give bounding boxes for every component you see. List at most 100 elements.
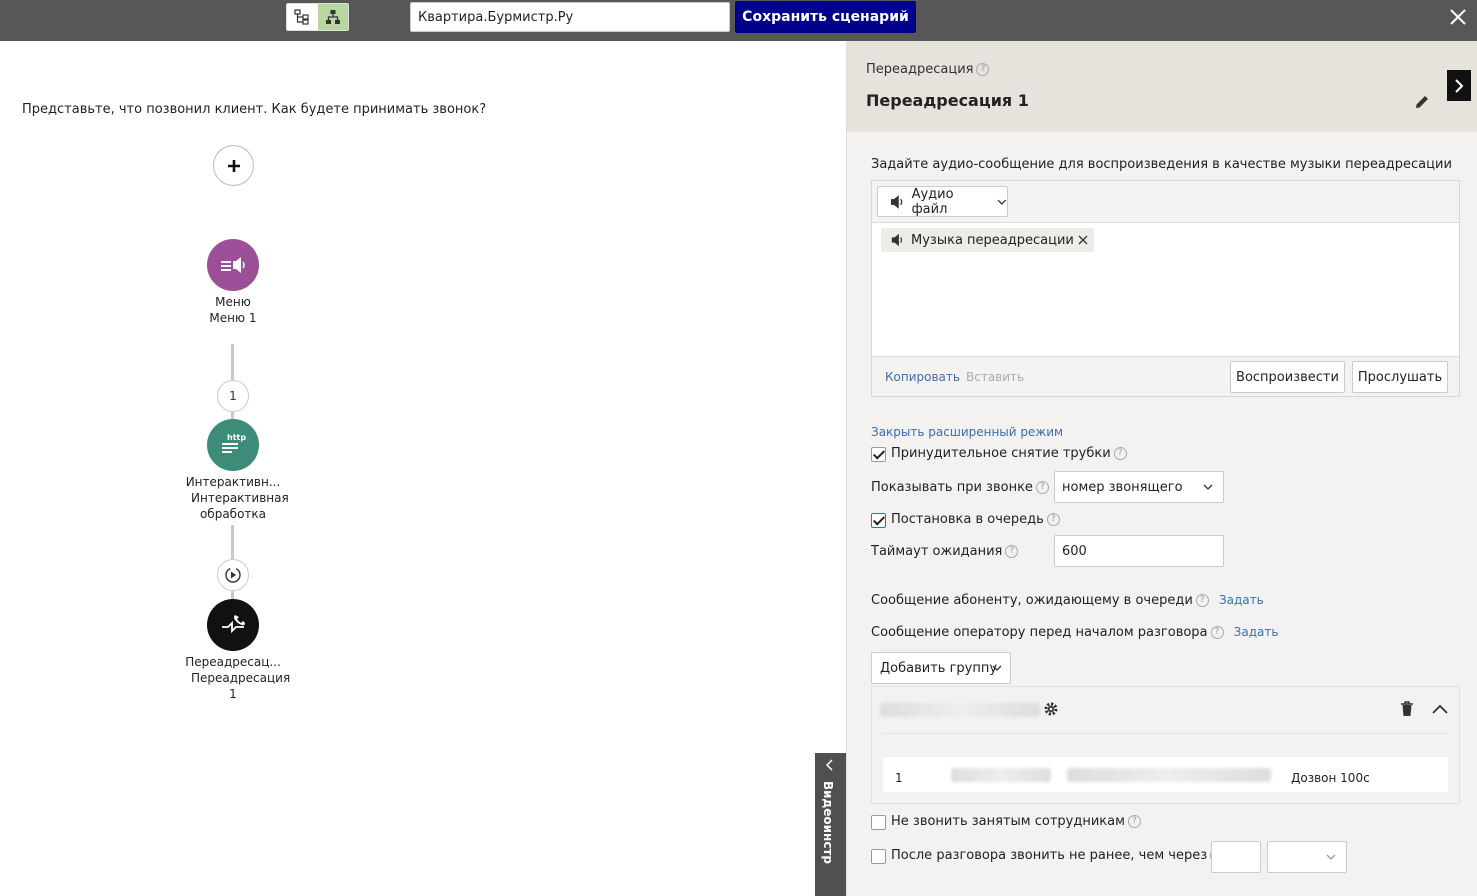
employee-group: 1 Дозвон 100с	[871, 686, 1460, 804]
scenario-canvas: Представьте, что позвонил клиент. Как бу…	[0, 41, 846, 896]
flow-tree-icon	[325, 10, 340, 24]
connector-line	[231, 412, 234, 419]
queue-checkbox[interactable]	[871, 513, 886, 528]
connector-line	[231, 344, 234, 380]
force-pickup-label: Принудительное снятие трубки?	[891, 446, 1127, 461]
operator-message-set-link[interactable]: Задать	[1234, 625, 1279, 639]
audio-type-value: Аудио файл	[911, 186, 954, 217]
video-instructions-label: Видеоинстр	[821, 781, 835, 864]
member-index: 1	[895, 771, 903, 785]
help-icon[interactable]: ?	[976, 63, 990, 76]
list-tree-icon	[294, 9, 309, 25]
play-button[interactable]: Воспроизвести	[1230, 361, 1345, 393]
chevron-down-icon	[1203, 484, 1213, 490]
http-node-type: Интерактивн...	[185, 475, 281, 489]
gear-icon[interactable]	[1043, 701, 1059, 717]
after-call-unit-select[interactable]	[1267, 841, 1347, 873]
listen-button[interactable]: Прослушать	[1352, 361, 1448, 393]
menu-node[interactable]	[207, 239, 259, 291]
no-busy-checkbox[interactable]	[871, 815, 886, 830]
transition-step[interactable]	[217, 559, 249, 591]
block-title: Переадресация 1	[866, 91, 1029, 110]
menu-node-type: Меню	[215, 295, 251, 309]
redirect-node[interactable]	[207, 599, 259, 651]
chevron-down-icon	[1326, 854, 1336, 860]
svg-text:http: http	[227, 433, 246, 442]
flow-tree-view-button[interactable]	[317, 4, 348, 30]
show-on-call-label: Показывать при звонке?	[871, 480, 1049, 495]
show-on-call-text: Показывать при звонке	[871, 480, 1033, 495]
help-icon[interactable]: ?	[1113, 447, 1127, 460]
wait-timeout-text: Таймаут ожидания	[871, 544, 1003, 559]
branch-1-step[interactable]: 1	[217, 380, 249, 412]
redirect-node-type: Переадресац...	[185, 655, 281, 669]
wait-timeout-input[interactable]	[1054, 535, 1224, 567]
add-group-dropdown[interactable]: Добавить группу	[871, 652, 1011, 684]
show-on-call-select[interactable]: номер звонящего	[1054, 471, 1224, 503]
chevron-down-icon	[997, 199, 1007, 205]
add-node-button[interactable]	[213, 145, 254, 186]
wait-timeout-label: Таймаут ожидания?	[871, 544, 1019, 559]
save-scenario-button[interactable]: Сохранить сценарий	[735, 1, 916, 33]
speaker-icon	[890, 194, 903, 209]
audio-file-chip[interactable]: Музыка переадресации	[881, 228, 1094, 252]
list-tree-view-button[interactable]	[287, 4, 318, 30]
force-pickup-text: Принудительное снятие трубки	[891, 446, 1111, 461]
member-number-redacted	[1067, 768, 1271, 782]
force-pickup-checkbox[interactable]	[871, 447, 886, 462]
show-on-call-value: номер звонящего	[1062, 479, 1183, 495]
view-toggle	[286, 3, 349, 31]
collapse-panel-button[interactable]	[1447, 70, 1471, 101]
http-icon: http	[222, 433, 246, 453]
help-icon[interactable]: ?	[1005, 545, 1019, 558]
chevron-down-icon	[992, 665, 1002, 671]
operator-message-label: Сообщение оператору перед началом разгов…	[871, 625, 1278, 640]
scenario-name-input[interactable]	[410, 2, 730, 32]
audio-footer: Копировать Вставить Воспроизвести Прослу…	[872, 356, 1459, 396]
connector-line	[231, 591, 234, 599]
audio-message-editor: Аудио файл Музыка переадресации Копирова…	[871, 180, 1460, 397]
add-group-text: Добавить группу	[880, 660, 998, 676]
plus-icon	[227, 159, 240, 172]
no-busy-label: Не звонить занятым сотрудникам?	[891, 814, 1141, 829]
divider	[883, 733, 1448, 734]
audio-message-label: Задайте аудио-сообщение для воспроизведе…	[871, 157, 1452, 172]
block-type-label: Переадресация?	[866, 62, 990, 77]
close-advanced-link[interactable]: Закрыть расширенный режим	[871, 425, 1063, 439]
play-circle-icon	[225, 567, 241, 583]
after-call-delay-input[interactable]	[1211, 841, 1261, 873]
redirect-phone-icon	[222, 615, 245, 634]
help-icon[interactable]: ?	[1127, 815, 1141, 828]
group-member-row[interactable]: 1 Дозвон 100с	[883, 756, 1448, 792]
speaker-icon	[891, 233, 903, 247]
copy-link[interactable]: Копировать	[885, 370, 960, 384]
audio-type-dropdown[interactable]: Аудио файл	[877, 186, 1008, 217]
group-name-redacted	[880, 703, 1040, 717]
after-call-label: После разговора звонить не ранее, чем че…	[891, 848, 1224, 863]
member-dial-time: Дозвон 100с	[1291, 771, 1370, 785]
queue-message-set-link[interactable]: Задать	[1219, 593, 1264, 607]
redirect-node-label: Переадресац... Переадресация 1	[173, 654, 293, 702]
http-node[interactable]: http	[207, 419, 259, 471]
help-icon[interactable]: ?	[1210, 626, 1224, 639]
properties-panel: Переадресация? Переадресация 1 Задайте а…	[846, 41, 1477, 896]
queue-label: Постановка в очередь?	[891, 512, 1060, 527]
no-busy-text: Не звонить занятым сотрудникам	[891, 814, 1125, 829]
pencil-icon[interactable]	[1413, 93, 1431, 111]
member-name-redacted	[951, 768, 1051, 782]
audio-toolbar: Аудио файл	[872, 181, 1459, 223]
after-call-text: После разговора звонить не ранее, чем че…	[891, 848, 1208, 863]
http-node-name: Интерактивная обработка	[191, 491, 289, 521]
menu-node-name: Меню 1	[209, 311, 257, 325]
after-call-checkbox[interactable]	[871, 849, 886, 864]
help-icon[interactable]: ?	[1195, 594, 1209, 607]
remove-icon[interactable]	[1078, 235, 1088, 245]
trash-icon[interactable]	[1400, 701, 1414, 717]
chevron-up-icon[interactable]	[1431, 703, 1449, 715]
http-node-label: Интерактивн... Интерактивная обработка	[173, 474, 293, 522]
help-icon[interactable]: ?	[1035, 481, 1049, 494]
close-icon[interactable]	[1446, 5, 1470, 29]
video-instructions-tab[interactable]: Видеоинстр	[815, 753, 846, 896]
audio-file-name: Музыка переадресации	[911, 232, 1074, 248]
help-icon[interactable]: ?	[1046, 513, 1060, 526]
